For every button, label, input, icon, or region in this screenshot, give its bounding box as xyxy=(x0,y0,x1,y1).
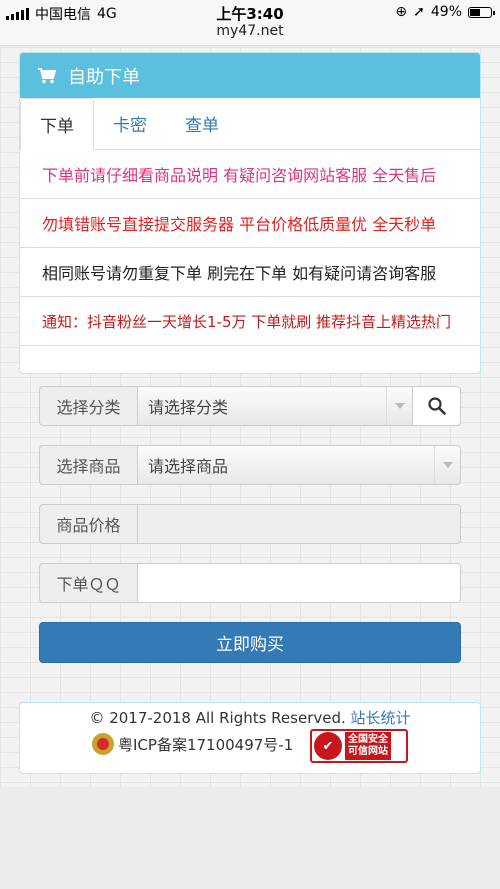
category-select[interactable]: 请选择分类 xyxy=(137,386,413,426)
product-row: 选择商品 请选择商品 xyxy=(39,445,461,485)
search-button[interactable] xyxy=(413,386,461,426)
product-label: 选择商品 xyxy=(39,445,137,485)
tab-order[interactable]: 下单 xyxy=(20,98,94,150)
qq-input[interactable] xyxy=(137,563,461,603)
trusted-site-badge[interactable]: ✔ 全国安全 可信网站 xyxy=(310,729,408,763)
copyright-line: © 2017-2018 All Rights Reserved. 站长统计 xyxy=(20,707,480,728)
notice-line: 下单前请仔细看商品说明 有疑问咨询网站客服 全天售后 xyxy=(20,150,480,199)
buy-now-button[interactable]: 立即购买 xyxy=(39,622,461,663)
panel-header: 自助下单 xyxy=(20,53,480,98)
orientation-lock-icon: ⊕ xyxy=(395,4,408,20)
order-form: 选择分类 请选择分类 选择商品 请选择商品 商品价格 下单ＱＱ 立即购买 xyxy=(39,386,461,663)
order-panel: 自助下单 下单 卡密 查单 下单前请仔细看商品说明 有疑问咨询网站客服 全天售后… xyxy=(19,52,481,374)
shield-check-icon: ✔ xyxy=(314,732,342,760)
police-badge-icon xyxy=(92,733,114,755)
chevron-down-icon xyxy=(434,446,460,484)
chevron-down-icon xyxy=(386,387,412,425)
badge-line-2: 可信网站 xyxy=(348,746,388,757)
status-right: ⊕ ➚ 49% xyxy=(395,4,495,20)
copyright-text: © 2017-2018 All Rights Reserved. xyxy=(89,709,346,727)
tab-query-order[interactable]: 查单 xyxy=(166,98,238,149)
notice-marquee: 通知：抖音粉丝一天增长1-5万 下单就刷 推荐抖音上精选热门 xyxy=(20,297,480,346)
panel-title: 自助下单 xyxy=(68,66,140,88)
notice-line: 相同账号请勿重复下单 刷完在下单 如有疑问请咨询客服 xyxy=(20,248,480,297)
qq-label: 下单ＱＱ xyxy=(39,563,137,603)
product-select-value: 请选择商品 xyxy=(148,457,229,476)
battery-percent: 49% xyxy=(430,4,462,20)
page-bottom xyxy=(0,787,500,889)
qq-row: 下单ＱＱ xyxy=(39,563,461,603)
price-label: 商品价格 xyxy=(39,504,137,544)
battery-icon xyxy=(468,6,495,18)
badge-line-1: 全国安全 xyxy=(348,734,388,745)
icp-text[interactable]: 粤ICP备案17100497号-1 xyxy=(118,734,293,755)
price-field xyxy=(137,504,461,544)
tab-card-code[interactable]: 卡密 xyxy=(94,98,166,149)
category-label: 选择分类 xyxy=(39,386,137,426)
product-select[interactable]: 请选择商品 xyxy=(137,445,461,485)
site-footer: © 2017-2018 All Rights Reserved. 站长统计 粤I… xyxy=(19,702,481,774)
icp-line: 粤ICP备案17100497号-1 xyxy=(92,733,293,755)
trusted-site-badge-text: 全国安全 可信网站 xyxy=(345,732,391,760)
category-select-value: 请选择分类 xyxy=(148,398,229,417)
price-row: 商品价格 xyxy=(39,504,461,544)
cart-icon xyxy=(38,67,56,83)
category-row: 选择分类 请选择分类 xyxy=(39,386,461,426)
address-url[interactable]: my47.net xyxy=(0,23,500,39)
notice-line: 勿填错账号直接提交服务器 平台价格低质量优 全天秒单 xyxy=(20,199,480,248)
tab-bar: 下单 卡密 查单 xyxy=(20,98,480,150)
search-icon xyxy=(427,397,446,415)
stats-link[interactable]: 站长统计 xyxy=(351,709,411,727)
status-bar: 中国电信 4G 上午3:40 my47.net ⊕ ➚ 49% xyxy=(0,0,500,46)
location-icon: ➚ xyxy=(413,4,425,20)
